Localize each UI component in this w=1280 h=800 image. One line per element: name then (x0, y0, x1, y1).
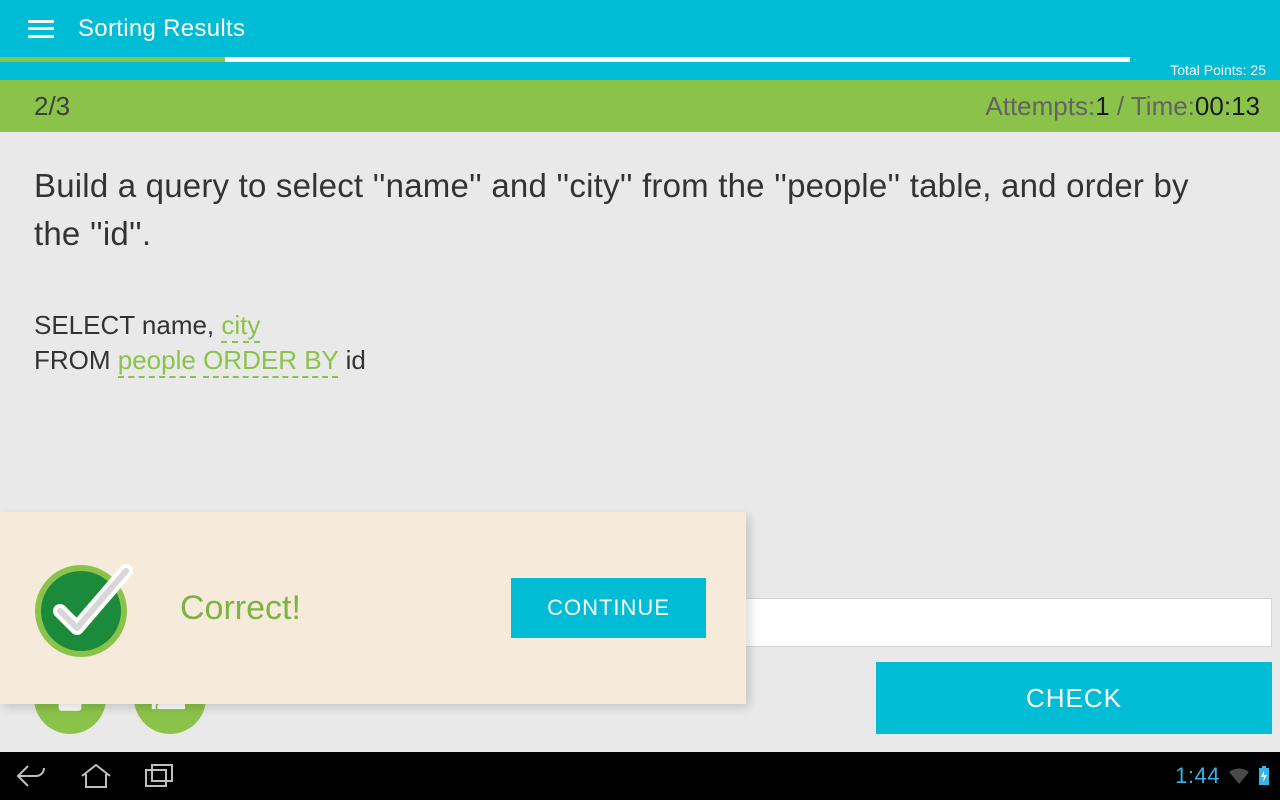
battery-icon (1258, 766, 1270, 786)
check-button[interactable]: CHECK (876, 662, 1272, 734)
question-progress: 2/3 (34, 91, 70, 122)
query-text: FROM (34, 345, 118, 375)
progress-bar (0, 57, 1280, 62)
app-header: Sorting Results Total Points: 25 (0, 0, 1280, 80)
sep: / (1110, 91, 1131, 121)
question-prompt: Build a query to select ''name'' and ''c… (34, 162, 1214, 258)
query-text: SELECT name, (34, 310, 221, 340)
query-slot-people[interactable]: people (118, 345, 196, 378)
page-title: Sorting Results (78, 15, 245, 43)
wifi-icon (1228, 767, 1250, 785)
time-label: Time: (1131, 91, 1195, 121)
recents-icon[interactable] (144, 764, 176, 788)
menu-icon[interactable] (28, 20, 54, 38)
total-points-label: Total Points: 25 (1170, 62, 1266, 78)
query-slot-city[interactable]: city (221, 310, 260, 343)
attempts-label: Attempts: (985, 91, 1095, 121)
android-navbar: 1:44 (0, 752, 1280, 800)
correct-badge (30, 553, 140, 663)
attempts-value: 1 (1095, 91, 1109, 121)
checkmark-icon (30, 553, 140, 663)
work-area: Build a query to select ''name'' and ''c… (0, 132, 1280, 752)
result-popup: Correct! CONTINUE (0, 512, 746, 704)
query-block: SELECT name, city FROM people ORDER BY i… (34, 308, 1246, 378)
back-icon[interactable] (14, 762, 48, 790)
popup-message: Correct! (180, 589, 301, 628)
query-text: id (338, 345, 365, 375)
query-text (196, 345, 203, 375)
query-slot-orderby[interactable]: ORDER BY (203, 345, 338, 378)
attempts-time: Attempts:1 / Time:00:13 (985, 91, 1260, 122)
continue-button[interactable]: CONTINUE (511, 578, 706, 638)
status-bar: 2/3 Attempts:1 / Time:00:13 (0, 80, 1280, 132)
time-value: 00:13 (1195, 91, 1260, 121)
clock: 1:44 (1175, 763, 1220, 789)
home-icon[interactable] (80, 762, 112, 790)
